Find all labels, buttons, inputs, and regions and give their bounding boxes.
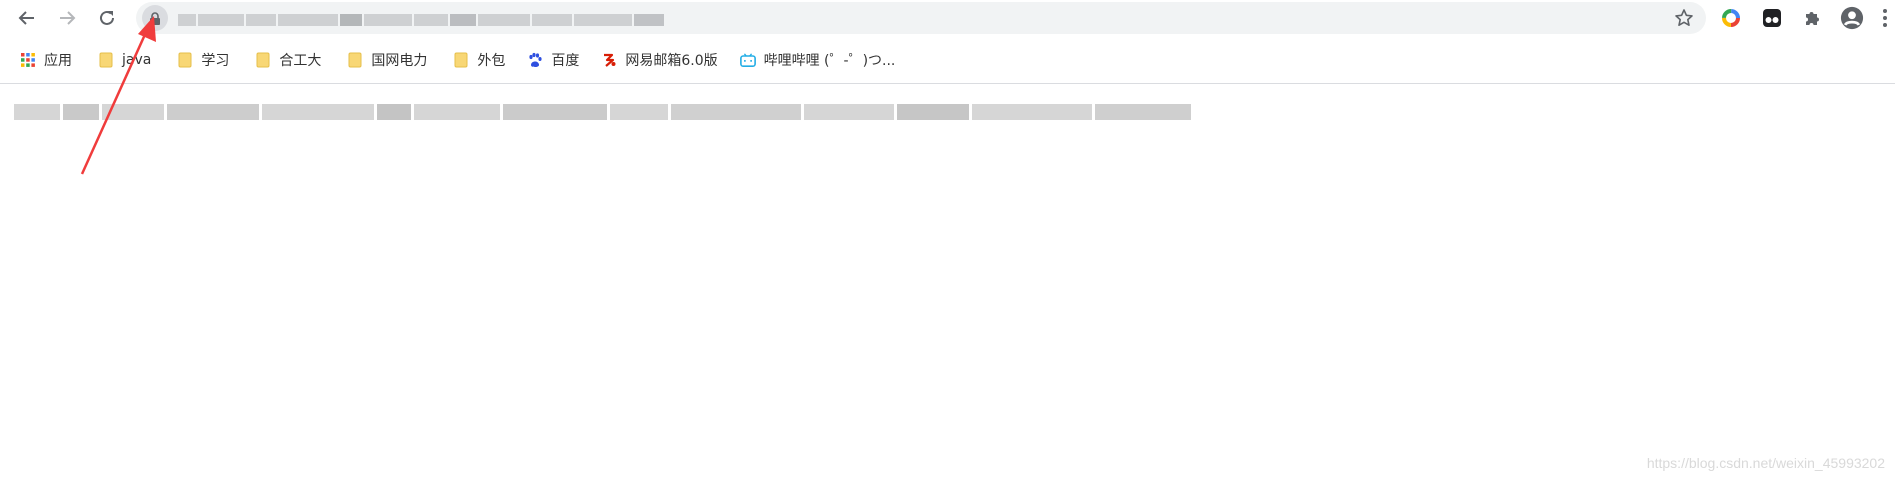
chrome-color-icon: [1722, 9, 1740, 27]
lock-icon: [150, 11, 160, 25]
extensions-button[interactable]: [1800, 6, 1824, 30]
bookmark-bilibili[interactable]: 哔哩哔哩 (゜-゜)つ...: [732, 46, 904, 74]
page-text-redacted: [14, 104, 1191, 120]
star-icon: [1675, 9, 1693, 26]
folder-icon: [177, 52, 193, 68]
account-icon: [1840, 6, 1864, 30]
url-text-redacted[interactable]: [178, 14, 678, 26]
bookmark-folder-study[interactable]: 学习: [169, 46, 237, 74]
bookmark-label: 学习: [201, 53, 230, 69]
bookmark-star-button[interactable]: [1674, 8, 1694, 28]
reload-icon: [100, 10, 114, 25]
bookmark-label: 国网电力: [371, 53, 428, 69]
bookmark-label: 合工大: [279, 53, 322, 69]
bookmark-label: java: [122, 52, 152, 68]
toolbar-divider: [0, 83, 1895, 84]
folder-icon: [347, 52, 363, 68]
baidu-paw-icon: [527, 52, 543, 68]
bookmark-apps[interactable]: 应用: [12, 46, 80, 74]
forward-button[interactable]: [53, 4, 81, 32]
address-bar[interactable]: [136, 2, 1706, 34]
browser-menu-button[interactable]: [1878, 6, 1892, 30]
bookmark-baidu[interactable]: 百度: [519, 46, 587, 74]
profile-button[interactable]: [1840, 6, 1864, 30]
bookmark-folder-state-grid[interactable]: 国网电力: [339, 46, 435, 74]
puzzle-icon: [1806, 12, 1819, 25]
browser-toolbar: [0, 0, 1895, 36]
bookmark-label: 网易邮箱6.0版: [625, 53, 718, 69]
folder-icon: [255, 52, 271, 68]
site-info-button[interactable]: [142, 5, 168, 31]
bookmarks-bar: 应用 java 学习 合工大 国网电力 外包 百度 网易邮箱6.0版 哔哩哔哩 …: [0, 44, 1895, 76]
bookmark-netease-mail[interactable]: 网易邮箱6.0版: [593, 46, 725, 74]
extension-chrome-color[interactable]: [1719, 6, 1743, 30]
bilibili-tv-icon: [739, 52, 756, 68]
tampermonkey-icon: [1763, 9, 1781, 27]
extension-tampermonkey[interactable]: [1760, 6, 1784, 30]
apps-grid-icon: [20, 52, 36, 68]
watermark-text: https://blog.csdn.net/weixin_45993202: [1646, 455, 1885, 471]
arrow-right-icon: [60, 11, 76, 25]
bookmark-folder-java[interactable]: java: [90, 46, 159, 74]
bookmark-folder-outsource[interactable]: 外包: [445, 46, 513, 74]
back-button[interactable]: [13, 4, 41, 32]
folder-icon: [453, 52, 469, 68]
bookmark-label: 哔哩哔哩 (゜-゜)つ...: [763, 53, 896, 69]
bookmark-label: 百度: [551, 53, 580, 69]
bookmark-label: 外包: [477, 53, 506, 69]
menu-kebab-icon: [1883, 9, 1887, 27]
arrow-left-icon: [18, 11, 34, 25]
folder-icon: [98, 52, 114, 68]
bookmark-label: 应用: [44, 53, 72, 69]
bookmark-folder-hfut[interactable]: 合工大: [247, 46, 329, 74]
browser-window: 应用 java 学习 合工大 国网电力 外包 百度 网易邮箱6.0版 哔哩哔哩 …: [0, 0, 1895, 481]
netease-mail-icon: [601, 52, 617, 68]
reload-button[interactable]: [93, 4, 121, 32]
